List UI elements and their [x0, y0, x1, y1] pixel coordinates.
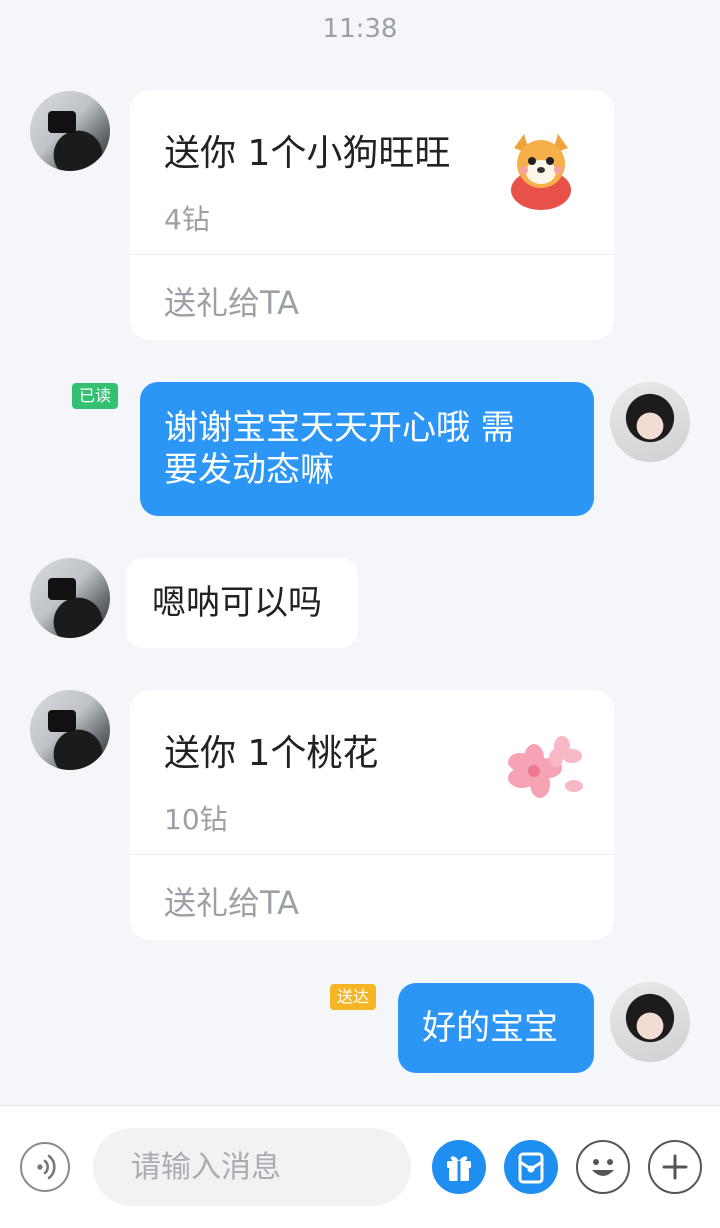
delivered-status-badge: 送达 — [330, 984, 377, 1010]
gift-price: 4钻 — [164, 203, 210, 236]
voice-button[interactable] — [20, 1142, 70, 1192]
message-text-line: 要发动态嘛 — [164, 450, 334, 490]
plus-button[interactable] — [648, 1140, 702, 1194]
plus-icon — [662, 1154, 688, 1180]
puppy-gift-icon — [511, 134, 571, 210]
read-status-badge: 已读 — [72, 383, 119, 409]
gift-price: 10钻 — [164, 803, 228, 836]
gift-divider — [130, 854, 614, 855]
gift-card: 送你 1个小狗旺旺 4钻 送礼给TA — [130, 90, 614, 340]
send-gift-link[interactable]: 送礼给TA — [164, 278, 299, 324]
message-text-line: 谢谢宝宝天天开心哦 需 — [164, 408, 515, 448]
red-packet-button[interactable] — [504, 1140, 558, 1194]
gift-card: 送你 1个桃花 10钻 送礼给TA — [130, 690, 614, 940]
timestamp: 11:38 — [322, 14, 398, 44]
message-text: 嗯呐可以吗 — [152, 583, 322, 623]
avatar[interactable] — [30, 558, 110, 638]
avatar[interactable] — [30, 690, 110, 770]
avatar[interactable] — [610, 382, 690, 462]
gift-title: 送你 1个桃花 — [164, 733, 379, 774]
gift-button[interactable] — [432, 1140, 486, 1194]
peach-blossom-icon — [508, 736, 583, 798]
bottom-input-bar — [0, 1105, 720, 1228]
message-text: 好的宝宝 — [422, 1008, 558, 1048]
send-gift-link[interactable]: 送礼给TA — [164, 878, 299, 924]
message-bubble[interactable]: 嗯呐可以吗 — [126, 558, 358, 648]
gift-divider — [130, 254, 614, 255]
gift-title: 送你 1个小狗旺旺 — [164, 133, 451, 174]
avatar[interactable] — [610, 982, 690, 1062]
message-input[interactable] — [93, 1128, 411, 1206]
emoji-icon — [592, 1159, 614, 1176]
gift-icon — [447, 1156, 471, 1181]
emoji-button[interactable] — [576, 1140, 630, 1194]
message-bubble[interactable]: 好的宝宝 — [398, 983, 594, 1073]
message-bubble[interactable]: 谢谢宝宝天天开心哦 需 要发动态嘛 — [140, 382, 594, 516]
red-packet-icon — [518, 1152, 544, 1184]
voice-icon — [37, 1154, 56, 1180]
avatar[interactable] — [30, 91, 110, 171]
